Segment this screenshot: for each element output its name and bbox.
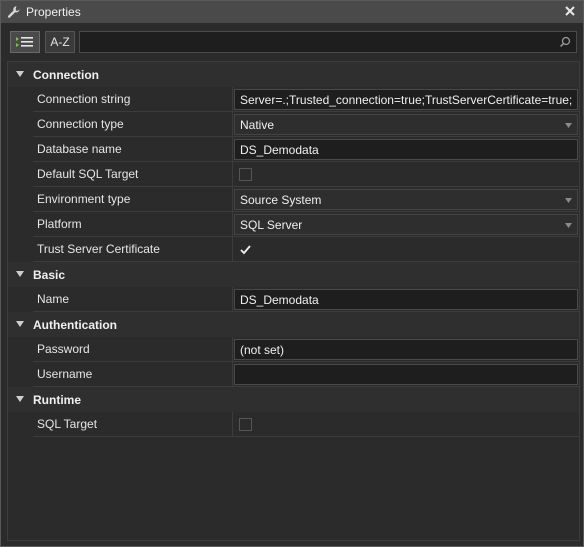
- property-row-environment-type: Environment type Source System: [8, 187, 579, 212]
- property-row-username: Username: [8, 362, 579, 387]
- select-value: SQL Server: [240, 217, 303, 232]
- property-row-default-sql-target: Default SQL Target: [8, 162, 579, 187]
- property-name: Environment type: [33, 187, 233, 212]
- property-row-sql-target: SQL Target: [8, 412, 579, 437]
- category-runtime[interactable]: Runtime: [8, 387, 579, 412]
- search-input[interactable]: [80, 32, 576, 52]
- properties-window: Properties A-Z Connection Connection str…: [0, 0, 584, 547]
- property-row-database-name: Database name DS_Demodata: [8, 137, 579, 162]
- search-icon: [559, 36, 571, 48]
- title-bar: Properties: [1, 1, 583, 23]
- property-name: Trust Server Certificate: [33, 237, 233, 262]
- alphabetical-view-button[interactable]: A-Z: [45, 31, 75, 53]
- name-field[interactable]: DS_Demodata: [234, 289, 578, 310]
- collapse-arrow-icon[interactable]: [16, 321, 24, 327]
- category-basic[interactable]: Basic: [8, 262, 579, 287]
- property-name: Password: [33, 337, 233, 362]
- chevron-down-icon[interactable]: [565, 223, 572, 228]
- close-icon[interactable]: [563, 4, 577, 18]
- chevron-down-icon[interactable]: [565, 123, 572, 128]
- sql-target-checkbox[interactable]: [239, 418, 252, 431]
- category-label: Authentication: [33, 317, 117, 332]
- search-box[interactable]: [79, 31, 577, 53]
- category-label: Connection: [33, 67, 99, 82]
- property-name: Connection string: [33, 87, 233, 112]
- database-name-field[interactable]: DS_Demodata: [234, 139, 578, 160]
- property-name: Default SQL Target: [33, 162, 233, 187]
- toolbar: A-Z: [1, 23, 583, 59]
- property-row-connection-string: Connection string Server=.;Trusted_conne…: [8, 87, 579, 112]
- collapse-arrow-icon[interactable]: [16, 271, 24, 277]
- checkmark-icon: [240, 245, 251, 255]
- select-value: Native: [240, 117, 275, 132]
- chevron-down-icon[interactable]: [565, 198, 572, 203]
- password-field[interactable]: (not set): [234, 339, 578, 360]
- property-name: Username: [33, 362, 233, 387]
- property-row-password: Password (not set): [8, 337, 579, 362]
- property-name: Platform: [33, 212, 233, 237]
- wrench-icon: [5, 3, 23, 21]
- collapse-arrow-icon[interactable]: [16, 396, 24, 402]
- connection-type-select[interactable]: Native: [234, 114, 578, 135]
- categorized-view-button[interactable]: [10, 31, 40, 53]
- property-name: Database name: [33, 137, 233, 162]
- property-name: Name: [33, 287, 233, 312]
- property-row-connection-type: Connection type Native: [8, 112, 579, 137]
- property-row-platform: Platform SQL Server: [8, 212, 579, 237]
- username-field[interactable]: [234, 364, 578, 385]
- environment-type-select[interactable]: Source System: [234, 189, 578, 210]
- property-name: SQL Target: [33, 412, 233, 437]
- category-connection[interactable]: Connection: [8, 62, 579, 87]
- property-name: Connection type: [33, 112, 233, 137]
- property-grid: Connection Connection string Server=.;Tr…: [7, 61, 580, 541]
- property-row-trust-server-certificate: Trust Server Certificate: [8, 237, 579, 262]
- property-row-name: Name DS_Demodata: [8, 287, 579, 312]
- collapse-arrow-icon[interactable]: [16, 71, 24, 77]
- platform-select[interactable]: SQL Server: [234, 214, 578, 235]
- category-label: Basic: [33, 267, 66, 282]
- category-authentication[interactable]: Authentication: [8, 312, 579, 337]
- select-value: Source System: [240, 192, 322, 207]
- trust-server-certificate-checkbox[interactable]: [239, 243, 252, 256]
- category-label: Runtime: [33, 392, 81, 407]
- default-sql-target-checkbox[interactable]: [239, 168, 252, 181]
- categorized-icon: [16, 37, 33, 47]
- window-title: Properties: [26, 5, 81, 19]
- connection-string-field[interactable]: Server=.;Trusted_connection=true;TrustSe…: [234, 89, 578, 110]
